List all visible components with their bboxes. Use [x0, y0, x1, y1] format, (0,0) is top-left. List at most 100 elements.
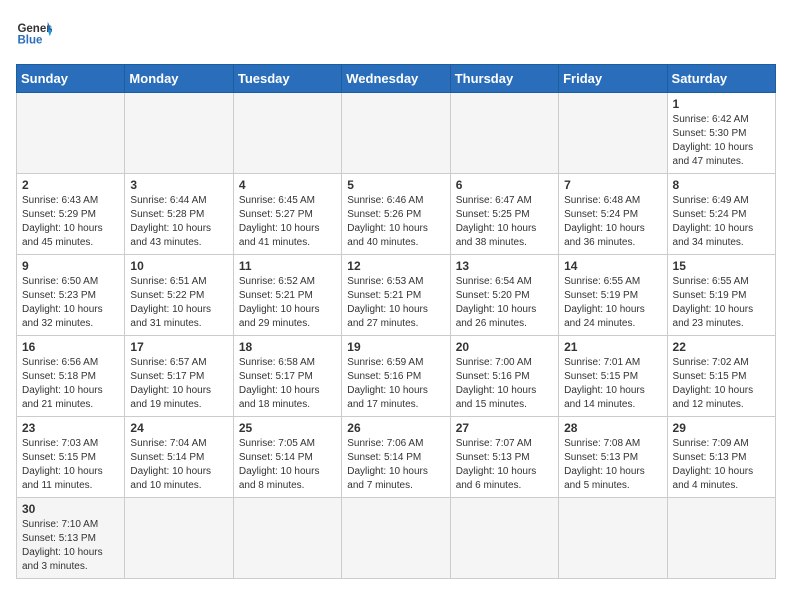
day-info: Sunrise: 7:09 AM Sunset: 5:13 PM Dayligh…: [673, 437, 770, 493]
day-number: 9: [22, 259, 119, 273]
day-number: 8: [673, 178, 770, 192]
calendar-cell: 7 Sunrise: 6:48 AM Sunset: 5:24 PM Daylig…: [559, 174, 667, 255]
day-info: Sunrise: 6:47 AM Sunset: 5:25 PM Dayligh…: [456, 194, 553, 250]
day-number: 18: [239, 340, 336, 354]
svg-text:General: General: [17, 23, 52, 35]
day-number: 2: [22, 178, 119, 192]
day-number: 1: [673, 97, 770, 111]
calendar-cell: 21Sunrise: 7:01 AM Sunset: 5:15 PM Dayli…: [559, 336, 667, 417]
calendar-week-2: 9 Sunrise: 6:50 AM Sunset: 5:23 PM Daylig…: [17, 255, 776, 336]
calendar-cell: 19Sunrise: 6:59 AM Sunset: 5:16 PM Dayli…: [342, 336, 450, 417]
calendar-cell: [233, 498, 341, 579]
calendar-cell: [342, 498, 450, 579]
calendar-cell: 28 Sunrise: 7:08 AM Sunset: 5:13 PM Dayli…: [559, 417, 667, 498]
weekday-header-tuesday: Tuesday: [233, 65, 341, 93]
day-info: Sunrise: 6:54 AM Sunset: 5:20 PM Dayligh…: [456, 275, 553, 331]
day-info: Sunrise: 7:06 AM Sunset: 5:14 PM Dayligh…: [347, 437, 444, 493]
calendar-cell: 26 Sunrise: 7:06 AM Sunset: 5:14 PM Dayli…: [342, 417, 450, 498]
calendar-cell: 22 Sunrise: 7:02 AM Sunset: 5:15 PM Dayli…: [667, 336, 775, 417]
calendar-cell: 3Sunrise: 6:44 AM Sunset: 5:28 PM Daylig…: [125, 174, 233, 255]
day-number: 17: [130, 340, 227, 354]
calendar-cell: [342, 93, 450, 174]
day-number: 27: [456, 421, 553, 435]
calendar-cell: 18 Sunrise: 6:58 AM Sunset: 5:17 PM Dayli…: [233, 336, 341, 417]
calendar-header: SundayMondayTuesdayWednesdayThursdayFrid…: [17, 65, 776, 93]
calendar-table: SundayMondayTuesdayWednesdayThursdayFrid…: [16, 64, 776, 579]
calendar-cell: [667, 498, 775, 579]
calendar-week-1: 2 Sunrise: 6:43 AM Sunset: 5:29 PM Daylig…: [17, 174, 776, 255]
calendar-cell: 30 Sunrise: 7:10 AM Sunset: 5:13 PM Dayli…: [17, 498, 125, 579]
calendar-cell: 17 Sunrise: 6:57 AM Sunset: 5:17 PM Dayli…: [125, 336, 233, 417]
day-number: 15: [673, 259, 770, 273]
day-number: 5: [347, 178, 444, 192]
calendar-cell: 12 Sunrise: 6:53 AM Sunset: 5:21 PM Dayli…: [342, 255, 450, 336]
day-info: Sunrise: 6:52 AM Sunset: 5:21 PM Dayligh…: [239, 275, 336, 331]
day-info: Sunrise: 6:48 AM Sunset: 5:24 PM Dayligh…: [564, 194, 661, 250]
day-number: 7: [564, 178, 661, 192]
day-info: Sunrise: 7:02 AM Sunset: 5:15 PM Dayligh…: [673, 356, 770, 412]
day-number: 10: [130, 259, 227, 273]
page-header: General Blue: [16, 16, 776, 52]
day-number: 11: [239, 259, 336, 273]
logo-icon: General Blue: [16, 16, 52, 52]
logo: General Blue: [16, 16, 56, 52]
weekday-header-friday: Friday: [559, 65, 667, 93]
weekday-header-saturday: Saturday: [667, 65, 775, 93]
calendar-week-3: 16Sunrise: 6:56 AM Sunset: 5:18 PM Dayli…: [17, 336, 776, 417]
calendar-cell: [559, 498, 667, 579]
day-number: 13: [456, 259, 553, 273]
calendar-cell: 4Sunrise: 6:45 AM Sunset: 5:27 PM Daylig…: [233, 174, 341, 255]
calendar-cell: 15 Sunrise: 6:55 AM Sunset: 5:19 PM Dayli…: [667, 255, 775, 336]
calendar-cell: 5 Sunrise: 6:46 AM Sunset: 5:26 PM Daylig…: [342, 174, 450, 255]
day-number: 14: [564, 259, 661, 273]
calendar-cell: [125, 498, 233, 579]
calendar-cell: 29Sunrise: 7:09 AM Sunset: 5:13 PM Dayli…: [667, 417, 775, 498]
day-info: Sunrise: 6:55 AM Sunset: 5:19 PM Dayligh…: [673, 275, 770, 331]
day-number: 12: [347, 259, 444, 273]
day-info: Sunrise: 7:00 AM Sunset: 5:16 PM Dayligh…: [456, 356, 553, 412]
day-number: 20: [456, 340, 553, 354]
day-info: Sunrise: 7:04 AM Sunset: 5:14 PM Dayligh…: [130, 437, 227, 493]
day-number: 26: [347, 421, 444, 435]
calendar-cell: 20 Sunrise: 7:00 AM Sunset: 5:16 PM Dayli…: [450, 336, 558, 417]
day-number: 24: [130, 421, 227, 435]
weekday-header-sunday: Sunday: [17, 65, 125, 93]
calendar-cell: 27 Sunrise: 7:07 AM Sunset: 5:13 PM Dayli…: [450, 417, 558, 498]
day-number: 16: [22, 340, 119, 354]
day-info: Sunrise: 6:58 AM Sunset: 5:17 PM Dayligh…: [239, 356, 336, 412]
day-info: Sunrise: 6:57 AM Sunset: 5:17 PM Dayligh…: [130, 356, 227, 412]
day-info: Sunrise: 6:43 AM Sunset: 5:29 PM Dayligh…: [22, 194, 119, 250]
day-number: 28: [564, 421, 661, 435]
day-info: Sunrise: 7:10 AM Sunset: 5:13 PM Dayligh…: [22, 518, 119, 574]
calendar-week-5: 30 Sunrise: 7:10 AM Sunset: 5:13 PM Dayli…: [17, 498, 776, 579]
day-info: Sunrise: 7:08 AM Sunset: 5:13 PM Dayligh…: [564, 437, 661, 493]
day-info: Sunrise: 6:46 AM Sunset: 5:26 PM Dayligh…: [347, 194, 444, 250]
weekday-header-thursday: Thursday: [450, 65, 558, 93]
day-number: 30: [22, 502, 119, 516]
calendar-cell: 2 Sunrise: 6:43 AM Sunset: 5:29 PM Daylig…: [17, 174, 125, 255]
calendar-cell: 24 Sunrise: 7:04 AM Sunset: 5:14 PM Dayli…: [125, 417, 233, 498]
day-info: Sunrise: 6:53 AM Sunset: 5:21 PM Dayligh…: [347, 275, 444, 331]
calendar-cell: [17, 93, 125, 174]
calendar-cell: [233, 93, 341, 174]
calendar-cell: [450, 498, 558, 579]
calendar-cell: 13 Sunrise: 6:54 AM Sunset: 5:20 PM Dayli…: [450, 255, 558, 336]
calendar-cell: [450, 93, 558, 174]
day-info: Sunrise: 6:49 AM Sunset: 5:24 PM Dayligh…: [673, 194, 770, 250]
day-number: 22: [673, 340, 770, 354]
calendar-cell: 6 Sunrise: 6:47 AM Sunset: 5:25 PM Daylig…: [450, 174, 558, 255]
weekday-header-monday: Monday: [125, 65, 233, 93]
day-number: 3: [130, 178, 227, 192]
day-info: Sunrise: 6:55 AM Sunset: 5:19 PM Dayligh…: [564, 275, 661, 331]
day-info: Sunrise: 6:50 AM Sunset: 5:23 PM Dayligh…: [22, 275, 119, 331]
calendar-cell: 25Sunrise: 7:05 AM Sunset: 5:14 PM Dayli…: [233, 417, 341, 498]
calendar-cell: 11 Sunrise: 6:52 AM Sunset: 5:21 PM Dayli…: [233, 255, 341, 336]
day-info: Sunrise: 6:42 AM Sunset: 5:30 PM Dayligh…: [673, 113, 770, 169]
day-info: Sunrise: 7:03 AM Sunset: 5:15 PM Dayligh…: [22, 437, 119, 493]
day-info: Sunrise: 7:01 AM Sunset: 5:15 PM Dayligh…: [564, 356, 661, 412]
day-info: Sunrise: 7:07 AM Sunset: 5:13 PM Dayligh…: [456, 437, 553, 493]
calendar-week-4: 23Sunrise: 7:03 AM Sunset: 5:15 PM Dayli…: [17, 417, 776, 498]
day-info: Sunrise: 6:45 AM Sunset: 5:27 PM Dayligh…: [239, 194, 336, 250]
day-number: 6: [456, 178, 553, 192]
svg-text:Blue: Blue: [17, 34, 43, 46]
